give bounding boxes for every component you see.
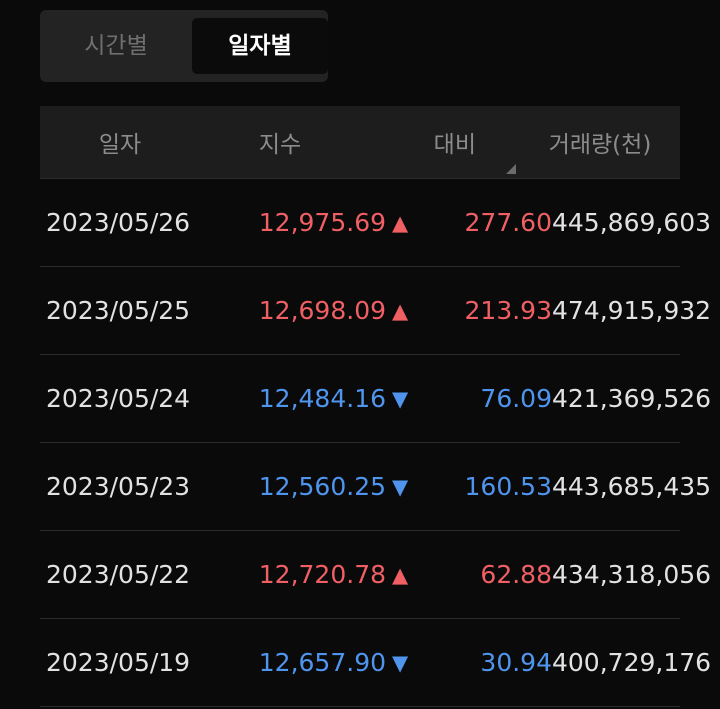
row-index-value: 12,484.16	[258, 384, 386, 413]
row-change-value: 213.93	[464, 296, 552, 325]
tab-daily[interactable]: 일자별	[192, 18, 328, 74]
up-arrow-icon: ▲	[392, 210, 409, 235]
row-volume: 400,729,176	[552, 648, 712, 677]
row-index-value: 12,560.25	[258, 472, 386, 501]
table-header: 일자 지수 대비 거래량(천)	[40, 106, 680, 179]
down-arrow-icon: ▼	[392, 650, 409, 675]
row-index-value: 12,657.90	[258, 648, 386, 677]
row-date: 2023/05/26	[46, 208, 191, 237]
table-row[interactable]: 2023/05/19 12,657.90 ▼ 30.94 400,729,176	[40, 619, 712, 707]
row-volume: 434,318,056	[552, 560, 712, 589]
row-change-value: 277.60	[464, 208, 552, 237]
header-date[interactable]: 일자	[40, 125, 200, 159]
row-change-value: 160.53	[464, 472, 552, 501]
row-date: 2023/05/19	[46, 648, 191, 677]
header-index[interactable]: 지수	[200, 125, 360, 159]
row-change-value: 62.88	[480, 560, 552, 589]
table-row[interactable]: 2023/05/25 12,698.09 ▲ 213.93 474,915,932	[40, 267, 712, 355]
row-date: 2023/05/23	[46, 472, 191, 501]
row-volume: 421,369,526	[552, 384, 712, 413]
table-row[interactable]: 2023/05/22 12,720.78 ▲ 62.88 434,318,056	[40, 531, 712, 619]
daily-index-table: 일자 지수 대비 거래량(천) 2023/05/26 12,975.69 ▲ 277.…	[40, 106, 712, 707]
row-index-value: 12,720.78	[258, 560, 386, 589]
table-row[interactable]: 2023/05/24 12,484.16 ▼ 76.09 421,369,526	[40, 355, 712, 443]
row-date: 2023/05/25	[46, 296, 191, 325]
up-arrow-icon: ▲	[392, 562, 409, 587]
up-arrow-icon: ▲	[392, 298, 409, 323]
down-arrow-icon: ▼	[392, 474, 409, 499]
row-volume: 445,869,603	[552, 208, 712, 237]
header-change[interactable]: 대비	[360, 125, 520, 159]
row-date: 2023/05/22	[46, 560, 191, 589]
row-change-value: 30.94	[480, 648, 552, 677]
tab-hourly[interactable]: 시간별	[48, 18, 184, 74]
row-index-value: 12,975.69	[258, 208, 386, 237]
row-date: 2023/05/24	[46, 384, 191, 413]
row-volume: 443,685,435	[552, 472, 712, 501]
table-row[interactable]: 2023/05/23 12,560.25 ▼ 160.53 443,685,435	[40, 443, 712, 531]
table-row[interactable]: 2023/05/26 12,975.69 ▲ 277.60 445,869,603	[40, 179, 712, 267]
down-arrow-icon: ▼	[392, 386, 409, 411]
table-body: 2023/05/26 12,975.69 ▲ 277.60 445,869,603 202…	[40, 179, 712, 707]
row-change-value: 76.09	[480, 384, 552, 413]
row-volume: 474,915,932	[552, 296, 712, 325]
sort-corner-icon[interactable]	[506, 164, 516, 174]
view-toggle: 시간별 일자별	[40, 10, 328, 82]
header-volume[interactable]: 거래량(천)	[520, 125, 680, 159]
row-index-value: 12,698.09	[258, 296, 386, 325]
